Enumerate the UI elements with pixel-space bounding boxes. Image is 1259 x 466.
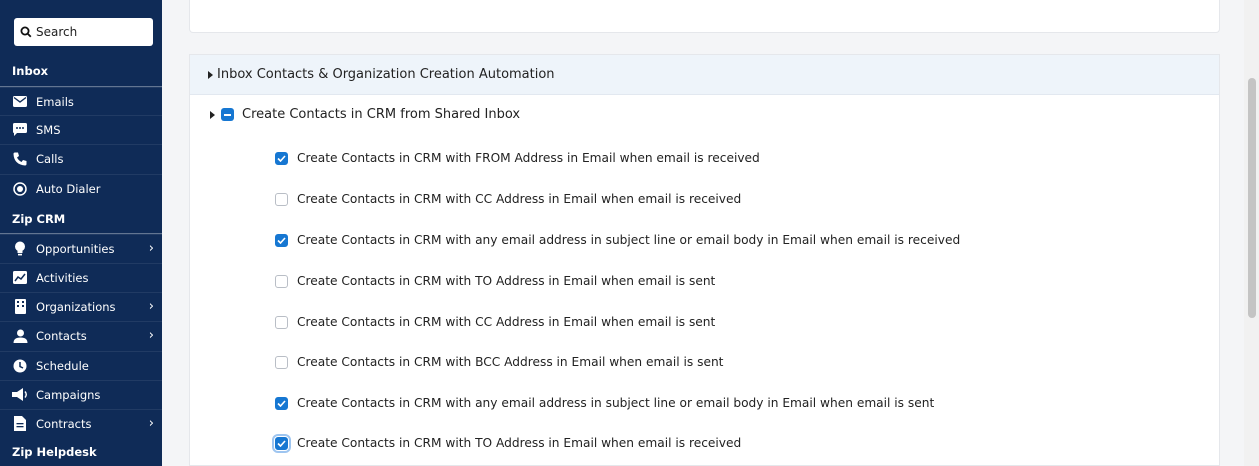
option-label: Create Contacts in CRM with any email ad… [297, 233, 961, 247]
option-row[interactable]: Create Contacts in CRM with any email ad… [275, 233, 960, 247]
option-label: Create Contacts in CRM with TO Address i… [297, 274, 716, 288]
checkbox-checked[interactable] [275, 233, 288, 247]
option-row[interactable]: Create Contacts in CRM with TO Address i… [275, 274, 715, 288]
sidebar-item-activities[interactable]: Activities [0, 263, 162, 291]
scrollbar-thumb[interactable] [1248, 78, 1256, 318]
vertical-scrollbar[interactable] [1244, 0, 1259, 466]
option-row[interactable]: Create Contacts in CRM with any email ad… [275, 396, 934, 410]
activity-chart-icon [12, 270, 28, 286]
checkbox-checked[interactable] [272, 433, 291, 453]
option-group[interactable]: Create Contacts in CRM from Shared Inbox [210, 107, 520, 122]
caret-right-icon [208, 70, 213, 79]
search-placeholder: Search [36, 25, 78, 39]
sidebar: Search Inbox Emails SMS Calls Auto Diale… [0, 0, 162, 466]
group-label: Create Contacts in CRM from Shared Inbox [242, 107, 521, 122]
sidebar-item-label: Emails [36, 94, 74, 109]
sidebar-section-zip-helpdesk: Zip Helpdesk [12, 445, 97, 459]
option-label: Create Contacts in CRM with CC Address i… [297, 315, 716, 329]
main-content: Inbox Contacts & Organization Creation A… [162, 0, 1244, 466]
sidebar-item-label: Activities [36, 270, 89, 285]
document-icon [12, 416, 28, 432]
indeterminate-checkbox[interactable] [221, 108, 234, 121]
checkbox-checked[interactable] [275, 151, 288, 165]
checkbox-unchecked[interactable] [275, 274, 288, 288]
sidebar-item-label: Contacts [36, 328, 87, 343]
sidebar-item-label: Contracts [36, 416, 92, 431]
sidebar-section-zip-crm: Zip CRM [12, 212, 66, 226]
option-label: Create Contacts in CRM with BCC Address … [297, 355, 724, 369]
sidebar-item-auto-dialer[interactable]: Auto Dialer [0, 174, 162, 202]
sidebar-section-inbox: Inbox [12, 64, 49, 78]
sidebar-item-label: Opportunities [36, 241, 115, 256]
chat-icon [12, 122, 28, 138]
phone-icon [12, 151, 28, 167]
chevron-right-icon: › [148, 299, 154, 314]
clock-icon [12, 358, 28, 374]
sidebar-item-label: Schedule [36, 358, 89, 373]
checkbox-checked[interactable] [275, 396, 288, 410]
checkbox-unchecked[interactable] [275, 315, 288, 329]
top-card [189, 0, 1220, 33]
checkbox-unchecked[interactable] [275, 355, 288, 369]
sidebar-item-opportunities[interactable]: Opportunities › [0, 234, 162, 262]
option-label: Create Contacts in CRM with any email ad… [297, 396, 935, 410]
sidebar-item-emails[interactable]: Emails [0, 87, 162, 115]
automation-panel: Inbox Contacts & Organization Creation A… [189, 54, 1220, 466]
megaphone-icon [12, 387, 28, 403]
sidebar-item-label: Campaigns [36, 387, 101, 402]
option-label: Create Contacts in CRM with FROM Address… [297, 151, 760, 165]
panel-header[interactable]: Inbox Contacts & Organization Creation A… [190, 55, 1219, 95]
person-icon [12, 328, 28, 344]
option-row[interactable]: Create Contacts in CRM with TO Address i… [272, 433, 742, 453]
dialer-icon [12, 181, 28, 197]
search-input[interactable]: Search [14, 18, 153, 46]
sidebar-item-contracts[interactable]: Contracts › [0, 409, 162, 437]
sidebar-item-label: Auto Dialer [36, 181, 101, 196]
sidebar-item-calls[interactable]: Calls [0, 144, 162, 172]
sidebar-item-campaigns[interactable]: Campaigns [0, 380, 162, 408]
chevron-right-icon: › [148, 241, 154, 256]
option-row[interactable]: Create Contacts in CRM with BCC Address … [275, 355, 723, 369]
sidebar-item-label: Organizations [36, 299, 116, 314]
chevron-right-icon: › [148, 416, 154, 431]
option-row[interactable]: Create Contacts in CRM with FROM Address… [275, 151, 760, 165]
search-icon [20, 26, 32, 38]
option-label: Create Contacts in CRM with CC Address i… [297, 192, 742, 206]
option-row[interactable]: Create Contacts in CRM with CC Address i… [275, 315, 715, 329]
panel-title: Inbox Contacts & Organization Creation A… [217, 67, 555, 82]
sidebar-item-label: SMS [36, 122, 61, 137]
mail-icon [12, 94, 28, 110]
option-label: Create Contacts in CRM with TO Address i… [297, 436, 742, 450]
checkbox-unchecked[interactable] [275, 192, 288, 206]
lightbulb-icon [12, 241, 28, 257]
sidebar-item-schedule[interactable]: Schedule [0, 351, 162, 379]
building-icon [12, 299, 28, 315]
caret-right-icon [210, 110, 215, 119]
sidebar-item-label: Calls [36, 151, 64, 166]
chevron-right-icon: › [148, 328, 154, 343]
sidebar-item-organizations[interactable]: Organizations › [0, 292, 162, 320]
sidebar-item-sms[interactable]: SMS [0, 115, 162, 143]
option-row[interactable]: Create Contacts in CRM with CC Address i… [275, 192, 741, 206]
sidebar-item-contacts[interactable]: Contacts › [0, 321, 162, 349]
